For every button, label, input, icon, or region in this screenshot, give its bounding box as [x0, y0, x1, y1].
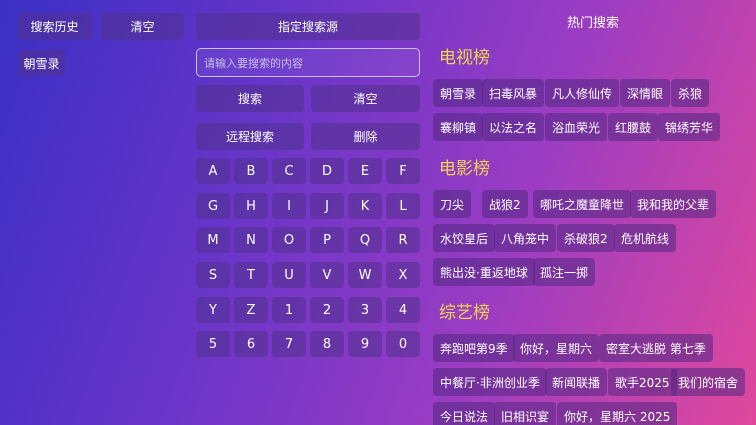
section-title-tv: 电视榜 — [439, 48, 490, 68]
key-u[interactable]: U — [272, 262, 306, 288]
key-9[interactable]: 9 — [348, 331, 382, 357]
key-w[interactable]: W — [348, 262, 382, 288]
key-c[interactable]: C — [272, 158, 306, 184]
hot-item-variety[interactable]: 新闻联播 — [545, 368, 608, 396]
hot-item-tv[interactable]: 朝雪录 — [433, 79, 484, 107]
remote-search-button[interactable]: 远程搜索 — [196, 123, 304, 150]
hot-item-variety[interactable]: 我们的宿舍 — [671, 368, 746, 396]
hot-item-tv[interactable]: 浴血荣光 — [545, 113, 608, 141]
key-v[interactable]: V — [310, 262, 344, 288]
key-p[interactable]: P — [310, 227, 344, 253]
key-b[interactable]: B — [234, 158, 268, 184]
hot-item-variety[interactable]: 中餐厅·非洲创业季 — [433, 368, 547, 396]
hot-item-movie[interactable]: 战狼2 — [482, 190, 528, 218]
key-q[interactable]: Q — [348, 227, 382, 253]
hot-item-tv[interactable]: 杀狼 — [671, 79, 710, 107]
search-button[interactable]: 搜索 — [196, 85, 304, 112]
key-l[interactable]: L — [386, 193, 420, 219]
hot-item-variety[interactable]: 奔跑吧第9季 — [433, 334, 515, 362]
section-title-variety: 综艺榜 — [439, 303, 490, 323]
hot-item-movie[interactable]: 哪吒之魔童降世 — [533, 190, 632, 218]
hot-item-tv[interactable]: 红腰鼓 — [608, 113, 659, 141]
search-history-button[interactable]: 搜索历史 — [17, 13, 92, 40]
hot-item-tv[interactable]: 褰柳镇 — [433, 113, 484, 141]
key-6[interactable]: 6 — [234, 331, 268, 357]
key-m[interactable]: M — [196, 227, 230, 253]
key-s[interactable]: S — [196, 262, 230, 288]
key-0[interactable]: 0 — [386, 331, 420, 357]
key-3[interactable]: 3 — [348, 297, 382, 323]
key-x[interactable]: X — [386, 262, 420, 288]
hot-item-tv[interactable]: 深情眼 — [620, 79, 671, 107]
key-i[interactable]: I — [272, 193, 306, 219]
hot-item-variety[interactable]: 歌手2025 — [608, 368, 677, 396]
history-item[interactable]: 朝雪录 — [18, 50, 65, 76]
key-1[interactable]: 1 — [272, 297, 306, 323]
clear-input-button[interactable]: 清空 — [311, 85, 420, 112]
key-o[interactable]: O — [272, 227, 306, 253]
hot-item-variety[interactable]: 你好，星期六 — [513, 334, 600, 362]
key-n[interactable]: N — [234, 227, 268, 253]
hot-item-tv[interactable]: 凡人修仙传 — [545, 79, 620, 107]
specify-source-button[interactable]: 指定搜索源 — [196, 13, 420, 40]
hot-item-movie[interactable]: 八角笼中 — [494, 224, 557, 252]
key-5[interactable]: 5 — [196, 331, 230, 357]
key-z[interactable]: Z — [234, 297, 268, 323]
hot-item-movie[interactable]: 危机航线 — [614, 224, 677, 252]
hot-search-title: 热门搜索 — [566, 16, 619, 31]
hot-item-movie[interactable]: 水饺皇后 — [433, 224, 496, 252]
app-root: { "history": { "title": "搜索历史", "clear_l… — [0, 0, 756, 425]
hot-item-movie[interactable]: 刀尖 — [433, 190, 472, 218]
hot-item-tv[interactable]: 以法之名 — [482, 113, 545, 141]
key-g[interactable]: G — [196, 193, 230, 219]
delete-button[interactable]: 删除 — [311, 123, 420, 150]
hot-item-movie[interactable]: 孤注一掷 — [533, 258, 596, 286]
hot-item-variety[interactable]: 今日说法 — [433, 402, 496, 425]
key-e[interactable]: E — [348, 158, 382, 184]
key-a[interactable]: A — [196, 158, 230, 184]
hot-item-movie[interactable]: 杀破狼2 — [557, 224, 615, 252]
search-input[interactable]: 请输入要搜索的内容 — [196, 48, 420, 77]
hot-item-movie[interactable]: 我和我的父辈 — [630, 190, 717, 218]
hot-item-variety[interactable]: 旧相识宴 — [494, 402, 557, 425]
key-4[interactable]: 4 — [386, 297, 420, 323]
key-r[interactable]: R — [386, 227, 420, 253]
key-2[interactable]: 2 — [310, 297, 344, 323]
clear-history-button[interactable]: 清空 — [101, 13, 184, 40]
key-t[interactable]: T — [234, 262, 268, 288]
key-j[interactable]: J — [310, 193, 344, 219]
key-7[interactable]: 7 — [272, 331, 306, 357]
key-h[interactable]: H — [234, 193, 268, 219]
key-y[interactable]: Y — [196, 297, 230, 323]
key-f[interactable]: F — [386, 158, 420, 184]
hot-item-variety[interactable]: 密室大逃脱 第七季 — [599, 334, 713, 362]
key-d[interactable]: D — [310, 158, 344, 184]
hot-item-tv[interactable]: 扫毒风暴 — [482, 79, 545, 107]
section-title-movie: 电影榜 — [439, 159, 490, 179]
hot-item-tv[interactable]: 锦绣芳华 — [658, 113, 721, 141]
key-8[interactable]: 8 — [310, 331, 344, 357]
hot-item-movie[interactable]: 熊出没·重返地球 — [433, 258, 535, 286]
hot-item-variety[interactable]: 你好，星期六 2025 — [557, 402, 678, 425]
key-k[interactable]: K — [348, 193, 382, 219]
